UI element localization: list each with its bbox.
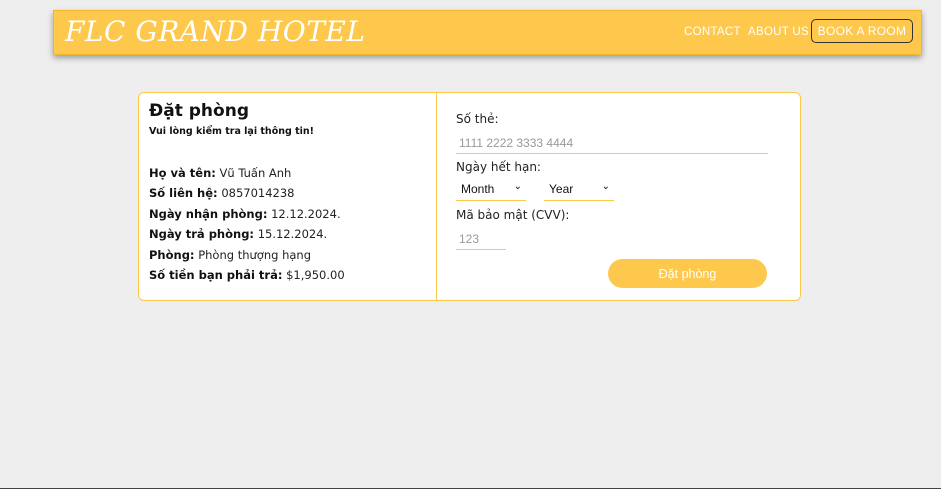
info-label: Số liên hệ: (149, 186, 218, 200)
submit-booking-button[interactable]: Đặt phòng (608, 259, 767, 288)
chevron-down-icon: ⌄ (601, 181, 610, 192)
info-row-name: Họ và tên: Vũ Tuấn Anh (149, 166, 291, 180)
info-value: 0857014238 (221, 186, 295, 200)
summary-title: Đặt phòng (149, 101, 249, 121)
card-number-input[interactable] (456, 132, 768, 154)
summary-subtitle: Vui lòng kiểm tra lại thông tin! (149, 126, 314, 137)
book-room-button[interactable]: BOOK A ROOM (811, 19, 913, 43)
booking-card: Đặt phòng Vui lòng kiểm tra lại thông ti… (138, 92, 801, 301)
cvv-label: Mã bảo mật (CVV): (456, 208, 570, 222)
expiry-label: Ngày hết hạn: (456, 160, 541, 174)
card-divider (436, 93, 437, 300)
info-row-phone: Số liên hệ: 0857014238 (149, 186, 294, 200)
info-label: Họ và tên: (149, 166, 216, 180)
info-value: Vũ Tuấn Anh (219, 166, 292, 180)
nav-contact-link[interactable]: CONTACT (684, 26, 741, 38)
brand-logo[interactable]: FLC GRAND HOTEL (65, 15, 365, 48)
info-row-room: Phòng: Phòng thượng hạng (149, 248, 311, 262)
info-row-checkout: Ngày trả phòng: 15.12.2024. (149, 227, 327, 241)
chevron-down-icon: ⌄ (513, 181, 522, 192)
cvv-input[interactable] (456, 228, 506, 250)
year-value: Year (549, 182, 574, 196)
expiry-year-select[interactable]: Year ⌄ (544, 180, 614, 201)
nav-about-link[interactable]: ABOUT US (748, 26, 809, 38)
info-row-amount: Số tiền bạn phải trả: $1,950.00 (149, 268, 345, 282)
top-navbar: FLC GRAND HOTEL CONTACT ABOUT US BOOK A … (53, 10, 922, 55)
month-value: Month (461, 182, 495, 196)
info-value: Phòng thượng hạng (198, 248, 311, 262)
expiry-month-select[interactable]: Month ⌄ (456, 180, 526, 201)
info-label: Ngày nhận phòng: (149, 207, 268, 221)
info-label: Phòng: (149, 248, 195, 262)
info-value: 15.12.2024. (257, 227, 328, 241)
info-row-checkin: Ngày nhận phòng: 12.12.2024. (149, 207, 341, 221)
info-label: Ngày trả phòng: (149, 227, 255, 241)
info-value: $1,950.00 (286, 268, 345, 282)
info-label: Số tiền bạn phải trả: (149, 268, 283, 282)
card-number-label: Số thẻ: (456, 112, 499, 126)
info-value: 12.12.2024. (271, 207, 341, 221)
